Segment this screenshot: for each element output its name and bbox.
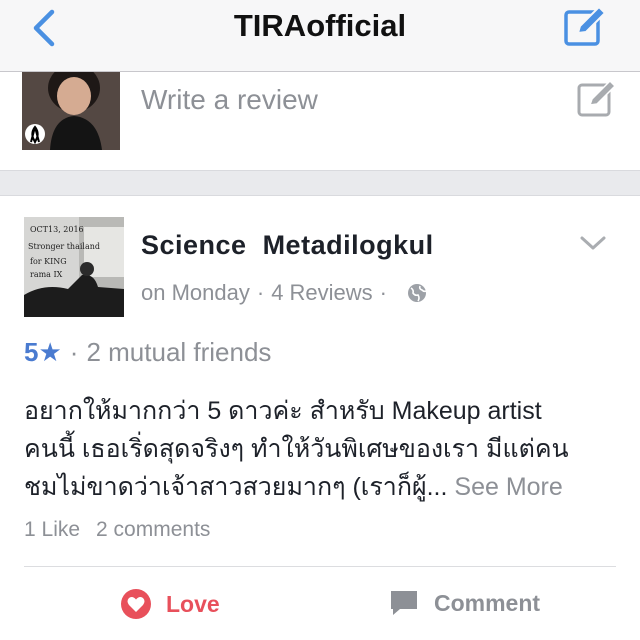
mutual-friends[interactable]: 2 mutual friends [86, 337, 271, 368]
post-stats: 1 Like 2 comments [24, 518, 210, 542]
section-divider [0, 170, 640, 196]
post-author-name[interactable]: Science Metadilogkul [141, 230, 434, 261]
post-meta: on Monday · 4 Reviews · [141, 280, 428, 306]
rating-badge: 5★ [24, 337, 62, 367]
comment-count[interactable]: 2 comments [96, 518, 210, 542]
post-body-line: ชมไม่ขาดว่าเจ้าสาวสวยมากๆ (เราก็ผู้... [24, 473, 448, 501]
meta-separator: · [379, 280, 387, 305]
rating-line: 5★ · 2 mutual friends [24, 337, 271, 368]
avatar-caption-4: rama IX [30, 270, 63, 279]
heart-icon [121, 589, 151, 619]
navigation-bar: TIRAofficial [0, 0, 640, 72]
globe-icon [408, 284, 427, 302]
avatar-caption-2: Stronger thailand [28, 242, 100, 251]
write-review-row[interactable]: Write a review [0, 72, 640, 170]
post-time: on Monday [141, 280, 250, 305]
author-review-count[interactable]: 4 Reviews [271, 280, 372, 306]
meta-separator: · [256, 280, 265, 305]
page-title: TIRAofficial [233, 8, 407, 43]
love-button[interactable]: Love [120, 588, 220, 620]
comment-icon [391, 591, 417, 615]
action-divider [24, 566, 616, 567]
write-review-placeholder[interactable]: Write a review [141, 84, 318, 116]
avatar-caption-1: OCT13, 2016 [30, 225, 84, 234]
post-body-line: คนนี้ เธอเริ่ดสุดจริงๆ ทำให้วันพิเศษของเ… [24, 435, 569, 463]
chevron-down-icon[interactable] [578, 232, 608, 254]
avatar-caption-3: for KING [30, 257, 67, 266]
love-label: Love [166, 590, 220, 617]
user-avatar[interactable] [22, 72, 120, 150]
edit-icon[interactable] [576, 78, 618, 120]
comment-label: Comment [434, 589, 541, 616]
meta-separator: · [69, 337, 79, 367]
see-more-link[interactable]: See More [454, 473, 562, 501]
post-body: อยากให้มากกว่า 5 ดาวค่ะ สำหรับ Makeup ar… [24, 392, 620, 506]
post-body-line-last: ชมไม่ขาดว่าเจ้าสาวสวยมากๆ (เราก็ผู้... S… [24, 468, 620, 506]
post-author-avatar[interactable]: OCT13, 2016 Stronger thailand for KING r… [24, 217, 124, 317]
compose-icon[interactable] [562, 4, 608, 48]
post-body-line: อยากให้มากกว่า 5 ดาวค่ะ สำหรับ Makeup ar… [24, 397, 542, 425]
comment-button[interactable]: Comment [388, 588, 540, 618]
like-count[interactable]: 1 Like [24, 518, 80, 542]
